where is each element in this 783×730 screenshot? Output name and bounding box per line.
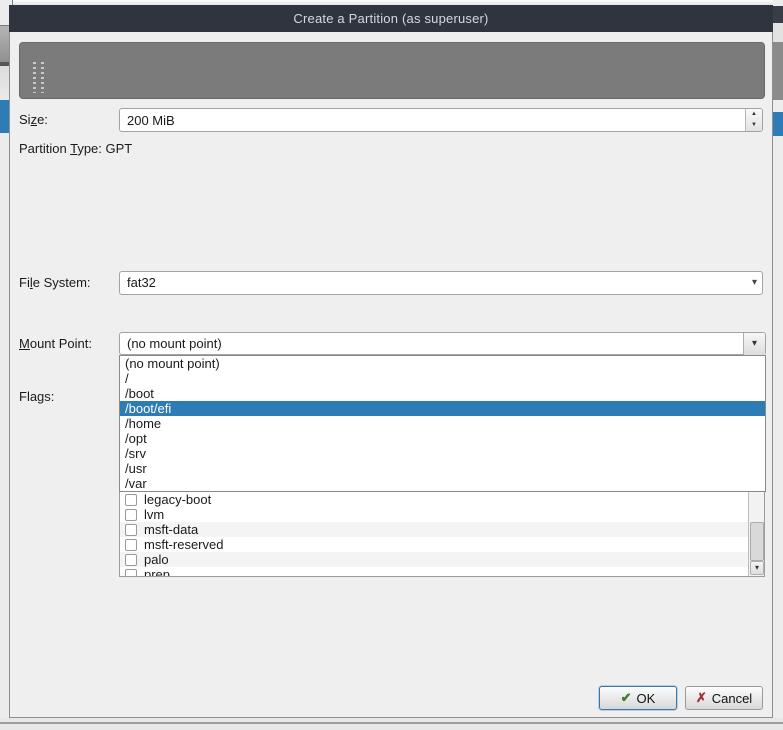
dropdown-option[interactable]: /srv (120, 446, 765, 461)
spin-up-icon[interactable]: ▲ (746, 109, 762, 120)
mount-point-value: (no mount point) (127, 333, 222, 354)
flag-row[interactable]: prep (120, 567, 748, 577)
dropdown-option[interactable]: /var (120, 476, 765, 491)
flag-checkbox[interactable] (125, 494, 137, 506)
cancel-cross-icon: ✗ (696, 690, 707, 706)
flag-row[interactable]: lvm (120, 507, 748, 522)
file-system-label: File System: (19, 271, 91, 295)
file-system-value: fat32 (127, 272, 156, 294)
scrollbar-thumb[interactable] (750, 522, 764, 561)
dialog-title: Create a Partition (as superuser) (293, 11, 488, 26)
file-system-select[interactable]: fat32 ▾ (119, 271, 763, 295)
partition-visual[interactable] (19, 42, 765, 99)
screen: Create a Partition (as superuser) Size: … (0, 0, 783, 730)
background-window-bottom (0, 718, 783, 730)
background-window-left (0, 6, 9, 730)
create-partition-dialog: Create a Partition (as superuser) Size: … (9, 5, 773, 718)
dropdown-option-selected[interactable]: /boot/efi (120, 401, 765, 416)
flag-checkbox[interactable] (125, 539, 137, 551)
partition-type-label: Partition Type: GPT (19, 137, 132, 161)
dialog-titlebar[interactable]: Create a Partition (as superuser) (9, 5, 773, 32)
flag-checkbox[interactable] (125, 569, 137, 578)
mount-point-label: Mount Point: (19, 332, 92, 356)
dropdown-option[interactable]: /opt (120, 431, 765, 446)
cancel-button[interactable]: ✗ Cancel (685, 686, 763, 710)
scrollbar-down-icon[interactable]: ▾ (750, 561, 764, 575)
spin-down-icon[interactable]: ▼ (746, 120, 762, 131)
size-spinbox: ▲ ▼ (119, 108, 763, 132)
chevron-down-icon: ▾ (752, 338, 757, 349)
chevron-down-icon: ▾ (752, 272, 757, 294)
dropdown-option[interactable]: / (120, 371, 765, 386)
dropdown-option[interactable]: /home (120, 416, 765, 431)
dropdown-option[interactable]: /usr (120, 461, 765, 476)
dropdown-option[interactable]: /boot (120, 386, 765, 401)
size-spinner: ▲ ▼ (745, 109, 762, 131)
flag-row[interactable]: legacy-boot (120, 492, 748, 507)
flag-checkbox[interactable] (125, 509, 137, 521)
size-label: Size: (19, 108, 48, 132)
flag-row[interactable]: msft-data (120, 522, 748, 537)
ok-button-label: OK (637, 691, 656, 706)
ok-button[interactable]: ✔ OK (599, 686, 677, 710)
flag-checkbox[interactable] (125, 524, 137, 536)
mount-point-dropdown-button[interactable]: ▾ (743, 333, 765, 355)
partition-type-value: GPT (106, 141, 133, 156)
flag-row[interactable]: msft-reserved (120, 537, 748, 552)
background-window-right (773, 0, 783, 730)
mount-point-dropdown: (no mount point) / /boot /boot/efi /home… (119, 355, 766, 492)
mount-point-select[interactable]: (no mount point) ▾ (119, 332, 766, 355)
size-input[interactable] (120, 109, 740, 131)
cancel-button-label: Cancel (712, 691, 752, 706)
flag-row[interactable]: palo (120, 552, 748, 567)
ok-check-icon: ✔ (621, 690, 632, 706)
dropdown-option[interactable]: (no mount point) (120, 356, 765, 371)
flags-label: Flags: (19, 385, 54, 409)
partition-resize-handle-icon[interactable] (33, 62, 44, 93)
flag-checkbox[interactable] (125, 554, 137, 566)
